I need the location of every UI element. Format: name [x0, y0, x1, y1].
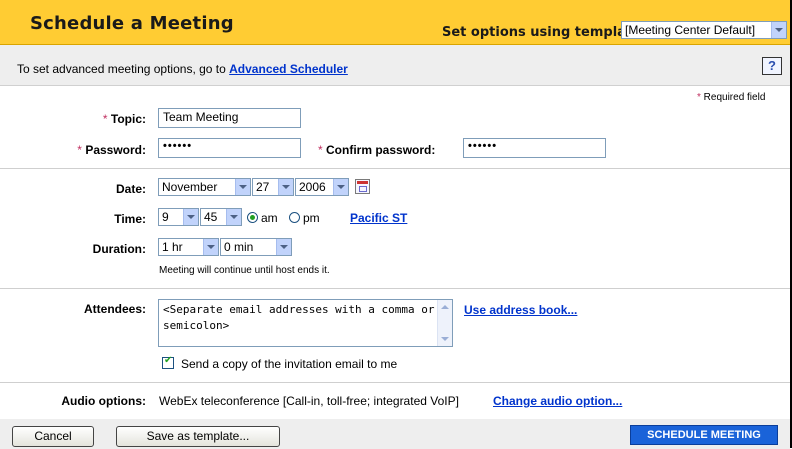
attendees-textarea[interactable]: <Separate email addresses with a comma o…	[158, 299, 453, 347]
audio-options-value: WebEx teleconference [Call-in, toll-free…	[159, 394, 459, 408]
advanced-scheduler-link[interactable]: Advanced Scheduler	[229, 62, 348, 76]
topic-label-text: Topic:	[110, 112, 146, 126]
required-star-icon: *	[697, 92, 704, 103]
scroll-up-icon[interactable]	[441, 305, 449, 309]
date-year-select[interactable]: 2006	[295, 178, 349, 196]
attendees-placeholder: <Separate email addresses with a comma o…	[163, 303, 435, 332]
chevron-down-icon[interactable]	[203, 239, 218, 255]
info-text-label: To set advanced meeting options, go to	[17, 62, 230, 76]
password-input[interactable]: ••••••	[158, 138, 301, 158]
audio-options-label: Audio options:	[61, 394, 146, 408]
time-minute-value: 45	[204, 210, 218, 224]
password-label: * Password:	[40, 143, 146, 157]
topic-input[interactable]: Team Meeting	[158, 108, 301, 128]
am-label: am	[261, 211, 278, 225]
chevron-down-icon[interactable]	[226, 209, 241, 225]
send-copy-label: Send a copy of the invitation email to m…	[181, 357, 398, 371]
duration-minutes-select[interactable]: 0 min	[220, 238, 292, 256]
duration-minutes-value: 0 min	[224, 240, 254, 254]
timezone-link[interactable]: Pacific ST	[350, 211, 407, 225]
duration-hours-select[interactable]: 1 hr	[158, 238, 219, 256]
date-day-value: 27	[256, 180, 270, 194]
chevron-down-icon[interactable]	[183, 209, 198, 225]
time-minute-select[interactable]: 45	[200, 208, 242, 226]
pm-label: pm	[303, 211, 320, 225]
save-as-template-button[interactable]: Save as template...	[116, 426, 280, 447]
template-select[interactable]: [Meeting Center Default]	[621, 21, 787, 39]
date-day-select[interactable]: 27	[252, 178, 294, 196]
attendees-label: Attendees:	[83, 302, 146, 316]
info-bar: To set advanced meeting options, go to A…	[0, 45, 790, 86]
confirm-password-input[interactable]: ••••••	[463, 138, 606, 158]
chevron-down-icon[interactable]	[278, 179, 293, 195]
duration-note: Meeting will continue until host ends it…	[159, 265, 330, 276]
required-star-icon: *	[102, 112, 111, 126]
am-radio[interactable]	[247, 212, 258, 223]
divider	[0, 382, 790, 383]
date-year-value: 2006	[299, 180, 326, 194]
time-label: Time:	[114, 212, 146, 226]
time-hour-value: 9	[162, 210, 169, 224]
time-hour-select[interactable]: 9	[158, 208, 199, 226]
help-icon[interactable]: ?	[762, 57, 782, 75]
scroll-down-icon[interactable]	[441, 337, 449, 341]
calendar-icon[interactable]	[355, 179, 370, 194]
schedule-meeting-button[interactable]: SCHEDULE MEETING	[630, 425, 778, 445]
confirm-password-label-text: Confirm password:	[326, 143, 436, 157]
password-label-text: Password:	[85, 143, 146, 157]
chevron-down-icon[interactable]	[771, 22, 786, 38]
divider	[0, 288, 790, 289]
confirm-password-label: * Confirm password:	[318, 143, 454, 157]
change-audio-link[interactable]: Change audio option...	[493, 394, 622, 408]
send-copy-checkbox[interactable]	[162, 355, 174, 369]
cancel-button[interactable]: Cancel	[12, 426, 94, 447]
duration-hours-value: 1 hr	[162, 240, 183, 254]
date-label: Date:	[115, 182, 146, 196]
attendees-scrollbar[interactable]	[437, 300, 452, 346]
required-star-icon: *	[318, 143, 327, 157]
info-text: To set advanced meeting options, go to A…	[17, 62, 348, 76]
chevron-down-icon[interactable]	[276, 239, 291, 255]
date-month-select[interactable]: November	[158, 178, 251, 196]
chevron-down-icon[interactable]	[333, 179, 348, 195]
required-note: * Required field	[697, 92, 765, 103]
topic-label: * Topic:	[60, 112, 146, 126]
page-title: Schedule a Meeting	[30, 13, 234, 34]
page-header: Schedule a Meeting Set options using tem…	[0, 0, 790, 45]
required-note-text: Required field	[703, 92, 766, 103]
template-select-value: [Meeting Center Default]	[625, 23, 756, 37]
divider	[0, 168, 790, 169]
pm-radio[interactable]	[289, 212, 300, 223]
duration-label: Duration:	[92, 242, 146, 256]
template-label: Set options using template:	[442, 25, 647, 40]
date-month-value: November	[162, 180, 218, 194]
address-book-link[interactable]: Use address book...	[464, 303, 577, 317]
chevron-down-icon[interactable]	[235, 179, 250, 195]
